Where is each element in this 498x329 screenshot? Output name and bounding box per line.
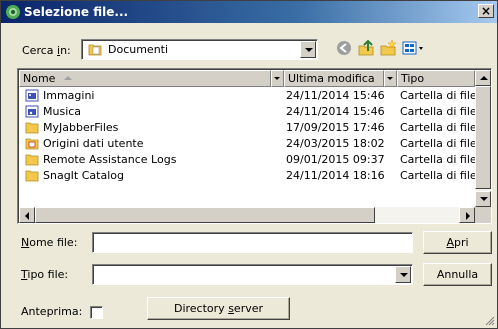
file-dialog: Selezione file... × Cerca in: Documenti [0,0,498,329]
new-folder-button[interactable] [378,38,398,58]
title-bar[interactable]: Selezione file... × [1,1,497,23]
arrow-up-icon [480,76,488,80]
chevron-down-icon[interactable] [395,266,411,283]
new-folder-icon [380,39,397,56]
arrow-right-icon [466,212,470,220]
scroll-right-button[interactable] [459,207,475,223]
back-circle-icon [337,41,351,55]
column-header-type[interactable]: Tipo [397,70,475,87]
app-icon [6,5,20,19]
vertical-scrollbar[interactable] [475,70,491,207]
column-filter-modified-button[interactable] [384,70,397,87]
list-item[interactable]: Remote Assistance Logs 09/01/2015 09:37 … [19,152,477,168]
scroll-left-button[interactable] [19,207,35,223]
back-button[interactable] [334,38,354,58]
folder-icon [25,154,39,166]
file-list[interactable]: Nome Ultima modifica Tipo Immagini 24/11… [17,68,492,224]
data-sources-folder-icon [25,138,39,150]
view-menu-icon [402,41,423,55]
resize-grip-icon[interactable] [484,315,495,326]
folder-icon [25,122,39,134]
scrollbar-corner [475,207,491,223]
arrow-left-icon [25,212,29,220]
lookin-label: Cerca in: [22,44,71,57]
filename-input[interactable] [92,232,413,253]
list-item[interactable]: Immagini 24/11/2014 15:46 Cartella di fi… [19,88,477,104]
filename-label: Nome file: [21,236,78,249]
sort-ascending-icon [64,76,72,80]
close-icon: × [480,4,492,18]
cancel-button[interactable]: Annulla [423,263,492,286]
view-menu-button[interactable] [400,38,428,58]
open-button[interactable]: Apri [423,231,492,254]
horizontal-scroll-thumb[interactable] [35,207,375,223]
chevron-down-icon[interactable] [300,41,316,58]
column-header-name[interactable]: Nome [19,70,271,87]
up-one-level-button[interactable] [356,38,376,58]
lookin-dropdown[interactable]: Documenti [81,39,318,60]
close-button[interactable]: × [478,4,494,18]
column-header-modified[interactable]: Ultima modifica [284,70,384,87]
scroll-up-button[interactable] [475,70,491,86]
pictures-folder-icon [25,89,39,102]
vertical-scroll-thumb[interactable] [475,86,491,189]
filetype-dropdown[interactable] [92,264,413,285]
horizontal-scrollbar[interactable] [19,207,475,223]
lookin-value: Documenti [108,43,169,56]
documents-folder-icon [88,44,102,56]
folder-icon [25,170,39,182]
window-title: Selezione file... [24,5,129,19]
preview-checkbox[interactable] [90,306,103,319]
music-folder-icon [25,105,39,118]
arrow-down-icon [480,197,488,201]
list-item[interactable]: Musica 24/11/2014 15:46 Cartella di file [19,104,477,120]
preview-label: Anteprima: [21,305,83,318]
scroll-down-button[interactable] [475,191,491,207]
directory-server-button[interactable]: Directory server [147,297,290,320]
list-item[interactable]: MyJabberFiles 17/09/2015 17:46 Cartella … [19,120,477,136]
list-item[interactable]: SnagIt Catalog 24/11/2014 18:16 Cartella… [19,168,477,184]
up-folder-icon [358,39,374,56]
filetype-label: Tipo file: [21,268,69,281]
list-item[interactable]: Origini dati utente 24/03/2015 18:02 Car… [19,136,477,152]
column-filter-name-button[interactable] [271,70,284,87]
